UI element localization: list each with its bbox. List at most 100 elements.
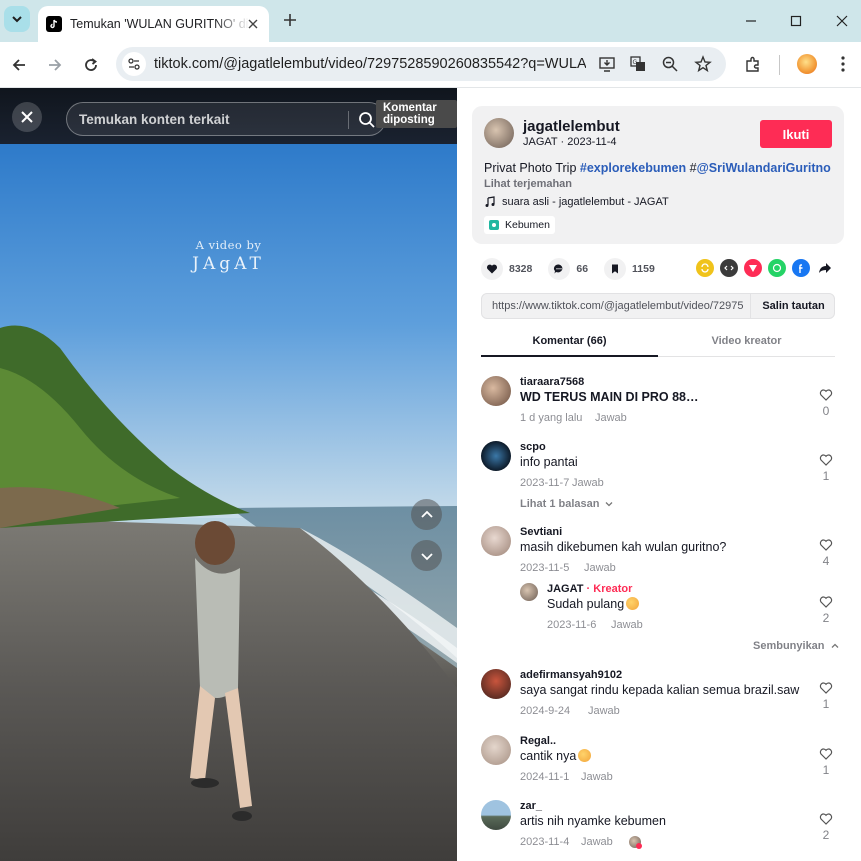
maximize-button[interactable] <box>783 8 809 34</box>
back-button[interactable] <box>6 52 32 78</box>
avatar[interactable] <box>481 526 511 556</box>
comment-username[interactable]: tiaraara7568 <box>520 376 584 388</box>
avatar[interactable] <box>481 376 511 406</box>
comment-username[interactable]: adefirmansyah9102 <box>520 669 622 681</box>
reload-button[interactable] <box>78 52 104 78</box>
comment-date: 2024-9-24 <box>520 705 571 717</box>
profile-avatar[interactable] <box>795 52 819 76</box>
heart-outline-icon[interactable] <box>819 595 833 609</box>
tab-creator-videos[interactable]: Video kreator <box>658 335 835 347</box>
avatar[interactable] <box>481 735 511 765</box>
avatar[interactable] <box>481 441 511 471</box>
browser-tab-active[interactable]: Temukan 'WULAN GURITNO' di TikTok <box>38 6 269 42</box>
video-player[interactable]: Temukan konten terkait Komentar dipostin… <box>0 88 457 861</box>
puzzle-icon <box>746 56 759 72</box>
reply-button[interactable]: Jawab <box>588 705 620 717</box>
heart-outline-icon[interactable] <box>819 747 833 761</box>
heart-outline-icon[interactable] <box>819 681 833 695</box>
next-video-button[interactable] <box>411 540 442 571</box>
search-icon[interactable] <box>357 110 377 130</box>
forward-button[interactable] <box>42 52 68 78</box>
view-replies-link[interactable]: Lihat 1 balasan <box>520 498 614 510</box>
comment-username[interactable]: scpo <box>520 441 546 453</box>
share-more-icon[interactable] <box>816 259 834 277</box>
video-url[interactable]: https://www.tiktok.com/@jagatlelembut/vi… <box>492 300 744 312</box>
reply-button[interactable]: Jawab <box>584 562 616 574</box>
minimize-button[interactable] <box>738 8 764 34</box>
tab-comments[interactable]: Komentar (66) <box>481 335 658 347</box>
author-avatar[interactable] <box>484 118 514 148</box>
embed-icon[interactable] <box>720 259 738 277</box>
comment-username[interactable]: Sevtiani <box>520 526 562 538</box>
like-action[interactable]: 8328 <box>481 258 532 280</box>
close-icon <box>836 15 848 27</box>
comment-date: 2024-11-1 <box>520 771 570 783</box>
zoom-icon[interactable] <box>660 54 680 74</box>
hide-replies-link[interactable]: Sembunyikan <box>753 640 840 652</box>
reply-button[interactable]: Jawab <box>595 412 627 424</box>
active-tab-indicator <box>481 355 658 357</box>
arrow-left-icon <box>12 59 25 71</box>
facebook-icon[interactable] <box>792 259 810 277</box>
creator-liked-badge <box>629 836 642 849</box>
arrow-right-icon <box>49 59 62 71</box>
bookmark-icon <box>612 264 619 274</box>
reply-date: 2023-11-6 <box>547 619 597 631</box>
music-link[interactable]: suara asli - jagatlelembut - JAGAT <box>484 196 669 208</box>
toolbar-divider <box>779 55 780 75</box>
url-text[interactable]: tiktok.com/@jagatlelembut/video/72975285… <box>154 56 586 72</box>
site-info-icon[interactable] <box>122 52 146 76</box>
follow-button[interactable]: Ikuti <box>760 120 832 148</box>
avatar[interactable] <box>481 800 511 830</box>
comment-action[interactable]: 66 <box>548 258 588 280</box>
smile-emoji-icon <box>578 749 592 762</box>
caption-text: Privat Photo Trip <box>484 161 580 175</box>
save-action[interactable]: 1159 <box>604 258 655 280</box>
avatar[interactable] <box>520 583 538 601</box>
translate-icon[interactable]: G <box>628 54 648 74</box>
tab-close-icon[interactable] <box>245 16 261 32</box>
tab-search-menu-button[interactable] <box>4 6 30 32</box>
whatsapp-icon[interactable] <box>768 259 786 277</box>
send-to-friends-icon[interactable] <box>744 259 762 277</box>
comment-username[interactable]: zar_ <box>520 800 542 812</box>
repost-icon[interactable] <box>696 259 714 277</box>
heart-outline-icon[interactable] <box>819 538 833 552</box>
reply-button[interactable]: Jawab <box>581 836 613 848</box>
close-video-button[interactable] <box>12 102 42 132</box>
comment-like-count: 0 <box>822 404 830 418</box>
mention-link[interactable]: @SriWulandariGuritno <box>697 161 831 175</box>
related-content-search[interactable]: Temukan konten terkait <box>66 102 386 136</box>
address-bar[interactable]: tiktok.com/@jagatlelembut/video/72975285… <box>116 47 726 81</box>
location-pin-icon <box>489 220 499 230</box>
reply-button[interactable]: Jawab <box>611 619 643 631</box>
extensions-button[interactable] <box>741 52 765 76</box>
see-translation-link[interactable]: Lihat terjemahan <box>484 178 572 190</box>
comment-username[interactable]: Regal.. <box>520 735 556 747</box>
browser-menu-button[interactable] <box>831 52 855 76</box>
new-tab-button[interactable] <box>280 10 300 30</box>
heart-outline-icon[interactable] <box>819 388 833 402</box>
heart-outline-icon[interactable] <box>819 812 833 826</box>
close-window-button[interactable] <box>829 8 855 34</box>
hashtag-link[interactable]: #explorekebumen <box>580 161 686 175</box>
location-chip[interactable]: Kebumen <box>484 216 555 234</box>
comment-count: 66 <box>576 263 589 275</box>
panel-tabs: Komentar (66) Video kreator <box>481 331 835 357</box>
reload-icon <box>85 58 97 71</box>
reply-username[interactable]: JAGAT · Kreator <box>547 583 632 595</box>
reply-button[interactable]: Jawab <box>581 771 613 783</box>
avatar[interactable] <box>481 669 511 699</box>
bookmark-star-icon[interactable] <box>693 54 713 74</box>
previous-video-button[interactable] <box>411 499 442 530</box>
reply-button[interactable]: Jawab <box>572 477 604 489</box>
heart-outline-icon[interactable] <box>819 453 833 467</box>
copy-link-button[interactable]: Salin tautan <box>750 294 836 318</box>
chevron-down-icon <box>12 16 22 23</box>
plus-icon <box>284 14 296 26</box>
minimize-icon <box>746 20 756 22</box>
install-app-icon[interactable] <box>597 54 617 74</box>
comment-icon <box>554 264 563 274</box>
smile-emoji-icon <box>626 597 640 610</box>
author-username[interactable]: jagatlelembut <box>523 118 620 135</box>
